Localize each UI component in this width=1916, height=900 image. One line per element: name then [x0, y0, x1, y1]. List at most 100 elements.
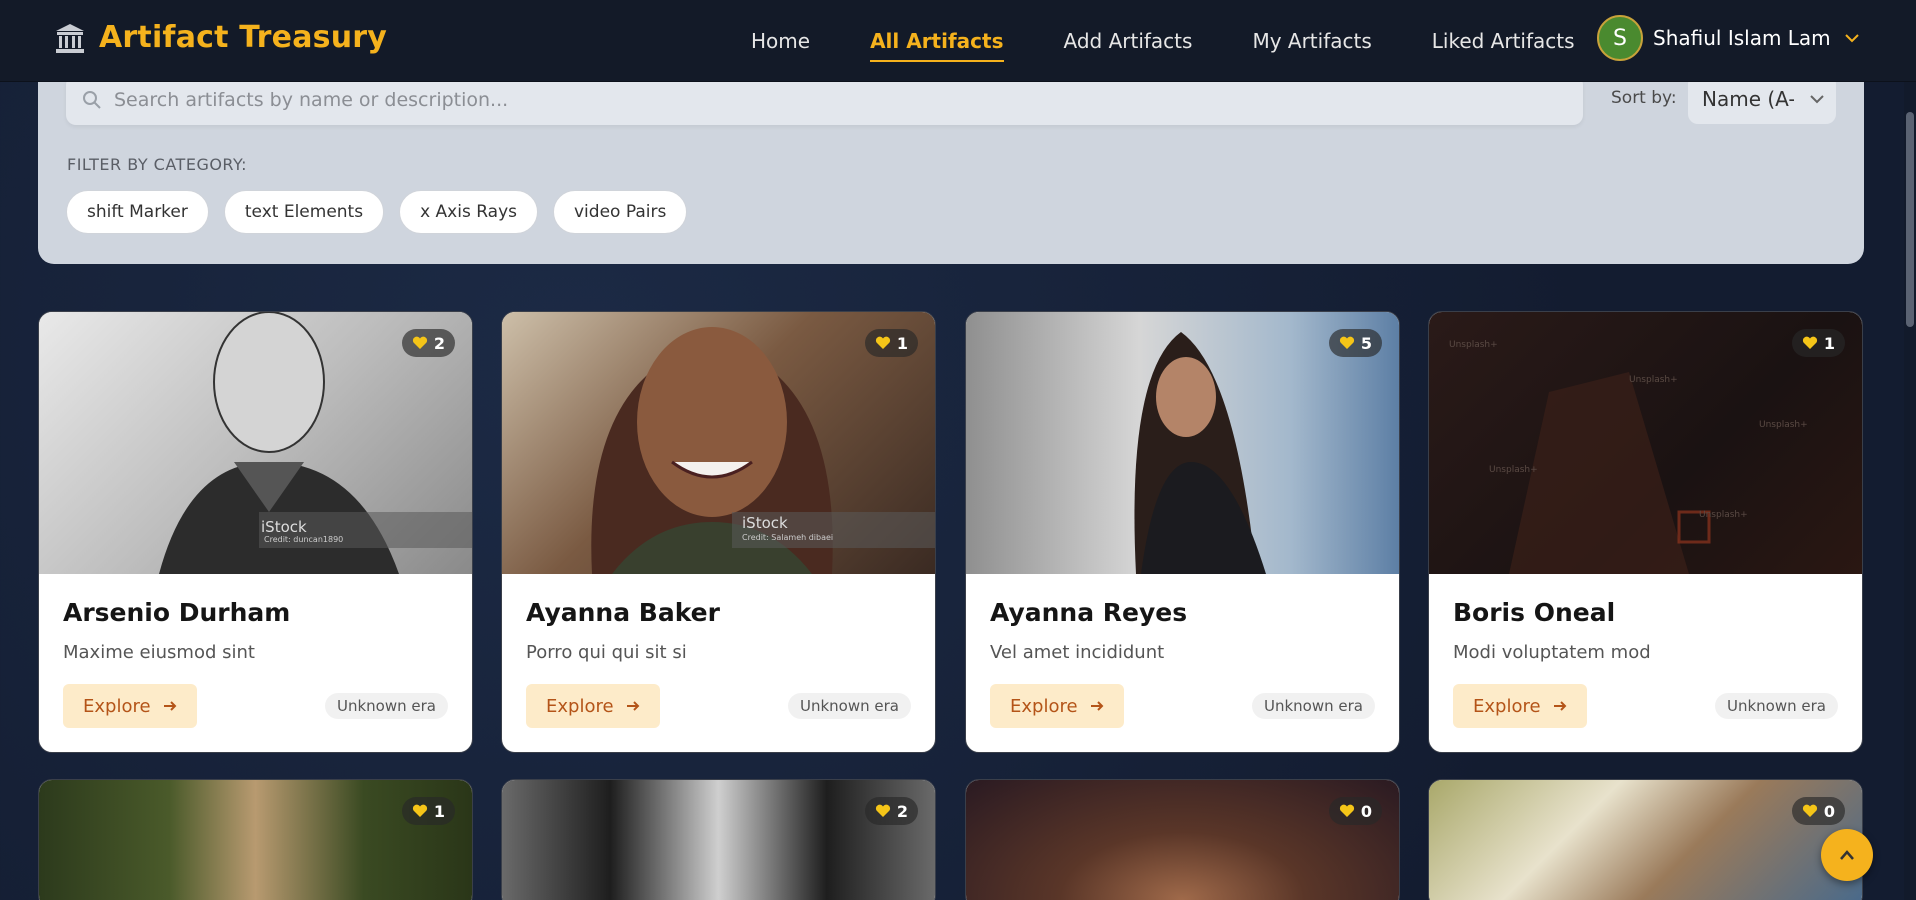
- artifact-card[interactable]: 2: [501, 779, 936, 900]
- heart-icon: [1802, 804, 1817, 817]
- category-chip[interactable]: x Axis Rays: [399, 190, 538, 234]
- card-description: Modi voluptatem mod: [1453, 642, 1651, 663]
- likes-count: 0: [1360, 801, 1372, 821]
- svg-text:Unsplash+: Unsplash+: [1699, 510, 1748, 520]
- artifact-image: iStock Credit: duncan1890 2: [39, 312, 472, 574]
- category-chip[interactable]: shift Marker: [66, 190, 209, 234]
- arrow-right-icon: [626, 701, 639, 711]
- user-menu[interactable]: S Shafiul Islam Lam: [1597, 15, 1859, 61]
- avatar[interactable]: S: [1597, 15, 1643, 61]
- explore-button[interactable]: Explore: [990, 684, 1124, 728]
- artifact-image: 1: [39, 780, 472, 900]
- likes-count: 1: [896, 333, 908, 353]
- explore-label: Explore: [1473, 695, 1541, 717]
- card-title: Ayanna Baker: [526, 598, 720, 627]
- brand-name: Artifact Treasury: [99, 20, 388, 55]
- heart-icon: [875, 336, 890, 349]
- card-title: Arsenio Durham: [63, 598, 291, 627]
- category-chip[interactable]: video Pairs: [553, 190, 688, 234]
- nav-my-artifacts[interactable]: My Artifacts: [1238, 21, 1385, 61]
- era-badge: Unknown era: [325, 693, 448, 719]
- likes-badge: 1: [1791, 329, 1845, 357]
- watermark-text: Unsplash+: [1449, 340, 1498, 350]
- explore-button[interactable]: Explore: [526, 684, 660, 728]
- artifact-card[interactable]: 1: [38, 779, 473, 900]
- likes-badge: 1: [864, 329, 918, 357]
- watermark-credit: Credit: duncan1890: [264, 535, 343, 544]
- page-scrollbar[interactable]: [1904, 82, 1916, 900]
- era-badge: Unknown era: [1252, 693, 1375, 719]
- card-body: Boris Oneal Modi voluptatem mod Explore …: [1429, 574, 1862, 752]
- category-chips: shift Marker text Elements x Axis Rays v…: [66, 190, 702, 234]
- era-badge: Unknown era: [788, 693, 911, 719]
- card-title: Boris Oneal: [1453, 598, 1616, 627]
- artifact-card[interactable]: 5 Ayanna Reyes Vel amet incididunt Explo…: [965, 311, 1400, 753]
- likes-badge: 0: [1791, 797, 1845, 825]
- likes-count: 5: [1360, 333, 1372, 353]
- likes-badge: 5: [1328, 329, 1382, 357]
- search-icon: [83, 91, 101, 109]
- artifact-card[interactable]: 0: [965, 779, 1400, 900]
- watermark-text: iStock: [742, 514, 788, 532]
- explore-label: Explore: [1010, 695, 1078, 717]
- card-description: Vel amet incididunt: [990, 642, 1165, 663]
- sort-label: Sort by:: [1611, 88, 1677, 108]
- card-description: Porro qui qui sit si: [526, 642, 687, 663]
- nav-links: Home All Artifacts Add Artifacts My Arti…: [721, 0, 1605, 82]
- artifact-card[interactable]: iStock Credit: Salameh dibaei 1 Ayanna B…: [501, 311, 936, 753]
- heart-icon: [1802, 336, 1817, 349]
- chevron-down-icon: [1810, 95, 1824, 104]
- heart-icon: [875, 804, 890, 817]
- sort-value: Name (A-: [1702, 87, 1794, 111]
- nav-liked-artifacts[interactable]: Liked Artifacts: [1418, 21, 1589, 61]
- svg-text:Unsplash+: Unsplash+: [1489, 465, 1538, 475]
- explore-label: Explore: [546, 695, 614, 717]
- filter-label: FILTER BY CATEGORY:: [67, 155, 248, 174]
- arrow-right-icon: [163, 701, 176, 711]
- era-badge: Unknown era: [1715, 693, 1838, 719]
- likes-count: 0: [1823, 801, 1835, 821]
- arrow-right-icon: [1090, 701, 1103, 711]
- likes-badge: 2: [864, 797, 918, 825]
- explore-label: Explore: [83, 695, 151, 717]
- artifact-card[interactable]: 0: [1428, 779, 1863, 900]
- filter-panel: Sort by: Name (A- FILTER BY CATEGORY: sh…: [38, 60, 1864, 264]
- svg-text:Unsplash+: Unsplash+: [1629, 375, 1678, 385]
- artifact-image: 0: [1429, 780, 1862, 900]
- museum-icon: [56, 23, 84, 53]
- card-description: Maxime eiusmod sint: [63, 642, 255, 663]
- heart-icon: [412, 336, 427, 349]
- heart-icon: [1339, 804, 1354, 817]
- likes-count: 2: [896, 801, 908, 821]
- watermark-credit: Credit: Salameh dibaei: [742, 533, 833, 542]
- chevron-down-icon[interactable]: [1844, 33, 1859, 43]
- likes-badge: 0: [1328, 797, 1382, 825]
- artifact-card[interactable]: iStock Credit: duncan1890 2 Arsenio Durh…: [38, 311, 473, 753]
- navbar: Artifact Treasury Home All Artifacts Add…: [0, 0, 1916, 82]
- back-to-top-button[interactable]: [1821, 829, 1873, 881]
- artifact-card[interactable]: Unsplash+ Unsplash+ Unsplash+ Unsplash+ …: [1428, 311, 1863, 753]
- artifact-image: iStock Credit: Salameh dibaei 1: [502, 312, 935, 574]
- nav-home[interactable]: Home: [737, 21, 824, 61]
- card-body: Ayanna Baker Porro qui qui sit si Explor…: [502, 574, 935, 752]
- search-input[interactable]: [114, 89, 1514, 111]
- category-chip[interactable]: text Elements: [223, 190, 385, 234]
- nav-all-artifacts[interactable]: All Artifacts: [856, 21, 1017, 62]
- heart-icon: [412, 804, 427, 817]
- card-title: Ayanna Reyes: [990, 598, 1188, 627]
- scrollbar-thumb[interactable]: [1906, 112, 1914, 327]
- artifact-image: 5: [966, 312, 1399, 574]
- heart-icon: [1339, 336, 1354, 349]
- explore-button[interactable]: Explore: [63, 684, 197, 728]
- watermark-text: iStock: [261, 518, 307, 536]
- likes-badge: 2: [401, 329, 455, 357]
- artifact-image: 0: [966, 780, 1399, 900]
- likes-count: 1: [433, 801, 445, 821]
- search-box[interactable]: [66, 75, 1583, 125]
- card-body: Arsenio Durham Maxime eiusmod sint Explo…: [39, 574, 472, 752]
- explore-button[interactable]: Explore: [1453, 684, 1587, 728]
- chevron-up-icon: [1840, 850, 1854, 860]
- brand[interactable]: Artifact Treasury: [55, 20, 387, 55]
- nav-add-artifacts[interactable]: Add Artifacts: [1050, 21, 1207, 61]
- likes-count: 2: [433, 333, 445, 353]
